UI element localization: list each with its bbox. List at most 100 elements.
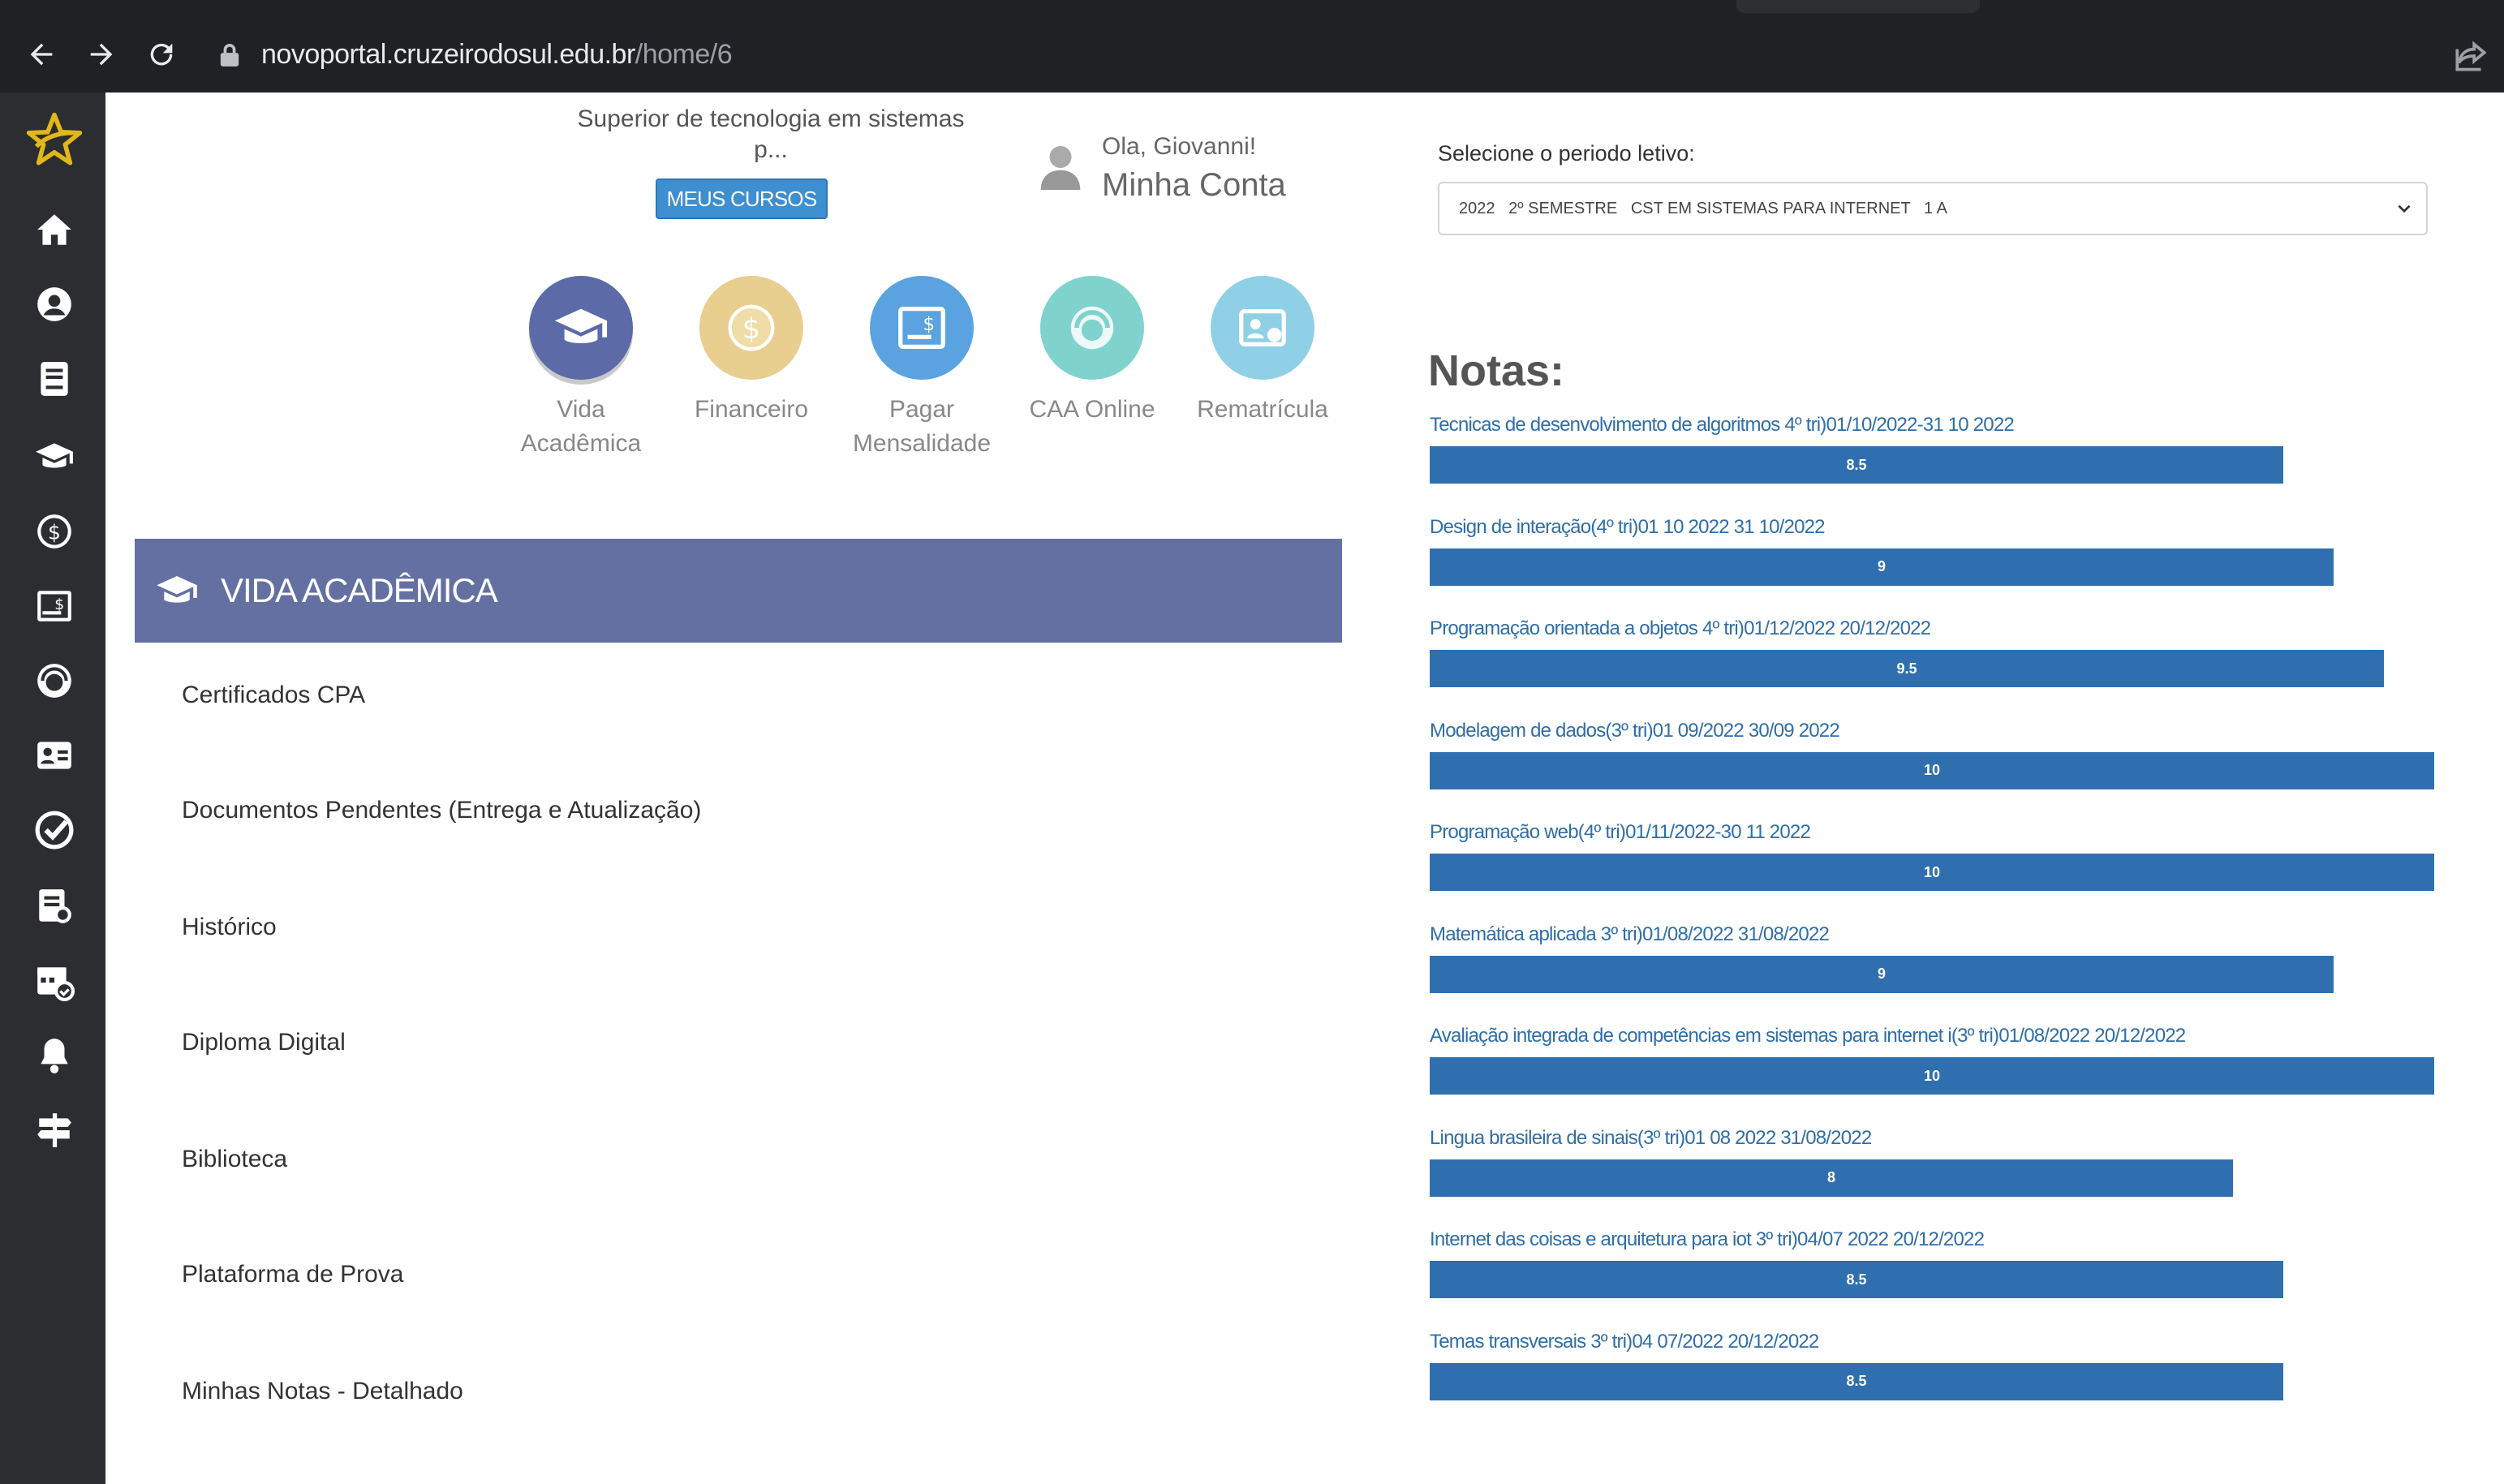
quick-link-label: Financeiro — [670, 393, 833, 427]
sidebar-item-academic[interactable] — [31, 433, 78, 480]
grade-row: Lingua brasileira de sinais(3º tri)01 08… — [1430, 1125, 2436, 1197]
signpost-icon — [37, 1113, 71, 1147]
quick-link-label: Pagar Mensalidade — [841, 393, 1003, 461]
course-title-line2: p... — [754, 136, 788, 163]
sidebar-item-payment[interactable]: $ — [31, 583, 78, 630]
grade-bar-track: 8.5 — [1430, 1362, 2434, 1400]
sidebar-item-home[interactable] — [31, 206, 78, 253]
grade-bar-track: 10 — [1430, 751, 2434, 789]
graduation-cap-icon — [157, 576, 197, 603]
grade-row: Design de interação(4º tri)01 10 2022 31… — [1430, 514, 2436, 586]
id-card-icon — [1239, 308, 1286, 347]
vida-academica-header: VIDA ACADÊMICA — [135, 539, 1342, 643]
sidebar-item-courses[interactable] — [31, 355, 78, 402]
grade-bar: 8 — [1430, 1159, 2233, 1197]
my-courses-button[interactable]: MEUS CURSOS — [656, 179, 828, 219]
browser-chrome: novoportal.cruzeirodosul.edu.br/home/6 — [0, 0, 2504, 92]
book-icon — [41, 362, 68, 396]
quick-link-vida-academica[interactable]: Vida Acadêmica — [500, 276, 662, 461]
notas-title: Notas: — [1428, 346, 1565, 395]
menu-item-certificados-cpa[interactable]: Certificados CPA — [182, 682, 365, 709]
grade-bar: 10 — [1430, 1057, 2434, 1095]
period-select[interactable]: 2022 2º SEMESTRE CST EM SISTEMAS PARA IN… — [1438, 182, 2428, 235]
quick-link-label-line1: Rematrícula — [1197, 396, 1328, 423]
invoice-icon: $ — [898, 307, 945, 349]
quick-link-label-line1: CAA Online — [1029, 396, 1155, 423]
my-account-link[interactable]: Minha Conta — [1102, 167, 1286, 204]
invoice-icon: $ — [37, 591, 71, 622]
support-icon — [37, 664, 71, 698]
quick-link-circle — [1040, 276, 1144, 380]
address-bar[interactable]: novoportal.cruzeirodosul.edu.br/home/6 — [219, 31, 2410, 78]
grade-row: Modelagem de dados(3º tri)01 09/2022 30/… — [1430, 718, 2436, 789]
grade-bar: 9 — [1430, 955, 2334, 993]
period-selected-value: 2022 2º SEMESTRE CST EM SISTEMAS PARA IN… — [1459, 199, 1947, 217]
grade-label: Avaliação integrada de competências em s… — [1430, 1025, 2186, 1047]
grade-label: Tecnicas de desenvolvimento de algoritmo… — [1430, 414, 2015, 436]
vida-academica-title: VIDA ACADÊMICA — [221, 571, 498, 609]
back-button[interactable] — [18, 31, 65, 78]
sidebar-item-documents[interactable] — [31, 883, 78, 930]
grade-bar-track: 10 — [1430, 1057, 2434, 1095]
sidebar-item-guide[interactable] — [31, 1107, 78, 1154]
grade-label: Programação web(4º tri)01/11/2022-30 11 … — [1430, 821, 1811, 843]
quick-link-label: Vida Acadêmica — [500, 393, 662, 461]
quick-link-circle — [529, 276, 633, 380]
svg-text:$: $ — [923, 312, 935, 335]
grade-label: Programação orientada a objetos 4º tri)0… — [1430, 617, 1931, 639]
course-title: Superior de tecnologia em sistemas p... — [527, 104, 1014, 166]
quick-link-label: CAA Online — [1011, 393, 1173, 427]
svg-text:$: $ — [48, 520, 61, 544]
svg-text:$: $ — [54, 596, 64, 613]
reload-button[interactable] — [138, 31, 185, 78]
quick-link-caa-online[interactable]: CAA Online — [1011, 276, 1173, 427]
grade-label: Temas transversais 3º tri)04 07/2022 20/… — [1430, 1330, 1819, 1353]
grade-bar: 8.5 — [1430, 1261, 2283, 1298]
document-search-icon — [39, 889, 71, 923]
menu-item-diploma-digital[interactable]: Diploma Digital — [182, 1029, 346, 1056]
quick-link-rematricula[interactable]: Rematrícula — [1181, 276, 1344, 427]
grade-bar: 10 — [1430, 854, 2434, 891]
grade-bar-track: 10 — [1430, 854, 2434, 891]
quick-link-pagar-mensalidade[interactable]: $ Pagar Mensalidade — [841, 276, 1003, 461]
sidebar-item-notifications[interactable] — [31, 1032, 78, 1079]
grade-label: Internet das coisas e arquitetura para i… — [1430, 1228, 1985, 1250]
lock-icon — [220, 44, 239, 67]
sidebar-item-reenrollment[interactable] — [31, 732, 78, 779]
svg-text:$: $ — [742, 313, 760, 346]
grade-bar-track: 8.5 — [1430, 446, 2434, 484]
support-icon — [1070, 306, 1114, 350]
grade-bar: 8.5 — [1430, 446, 2283, 484]
home-icon — [37, 214, 71, 245]
menu-item-historico[interactable]: Histórico — [182, 914, 277, 941]
menu-item-biblioteca[interactable]: Biblioteca — [182, 1146, 287, 1173]
user-greeting: Ola, Giovanni! — [1102, 133, 1257, 160]
coin-icon: $ — [728, 304, 775, 351]
url-host: novoportal.cruzeirodosul.edu.br — [261, 38, 635, 70]
sidebar-item-finance[interactable]: $ — [31, 508, 78, 555]
calendar-check-icon — [37, 967, 75, 1001]
sidebar-item-support[interactable] — [31, 657, 78, 704]
quick-link-financeiro[interactable]: $ Financeiro — [670, 276, 833, 427]
grade-bar-track: 9 — [1430, 548, 2434, 586]
menu-item-plataforma-de-prova[interactable]: Plataforma de Prova — [182, 1261, 403, 1288]
grade-bar-track: 8.5 — [1430, 1261, 2434, 1298]
app-sidebar: $ $ — [0, 92, 105, 1484]
share-icon[interactable] — [2450, 36, 2491, 76]
sidebar-item-tasks[interactable] — [31, 807, 78, 854]
forward-button[interactable] — [78, 31, 125, 78]
bell-icon — [41, 1039, 68, 1073]
menu-item-documentos-pendentes[interactable]: Documentos Pendentes (Entrega e Atualiza… — [182, 797, 701, 824]
active-tab[interactable] — [1736, 0, 1980, 13]
sidebar-logo[interactable] — [24, 110, 84, 170]
menu-item-minhas-notas[interactable]: Minhas Notas - Detalhado — [182, 1378, 463, 1405]
grade-bar-track: 9 — [1430, 955, 2434, 993]
quick-link-label-line1: Vida — [557, 396, 605, 423]
grade-row: Internet das coisas e arquitetura para i… — [1430, 1227, 2436, 1298]
period-label: Selecione o periodo letivo: — [1438, 141, 1695, 166]
grade-label: Matemática aplicada 3º tri)01/08/2022 31… — [1430, 923, 1830, 945]
user-avatar-icon[interactable] — [1039, 141, 1082, 195]
sidebar-item-profile[interactable] — [31, 281, 78, 328]
star-logo-icon — [26, 112, 83, 166]
sidebar-item-calendar[interactable] — [31, 957, 78, 1004]
